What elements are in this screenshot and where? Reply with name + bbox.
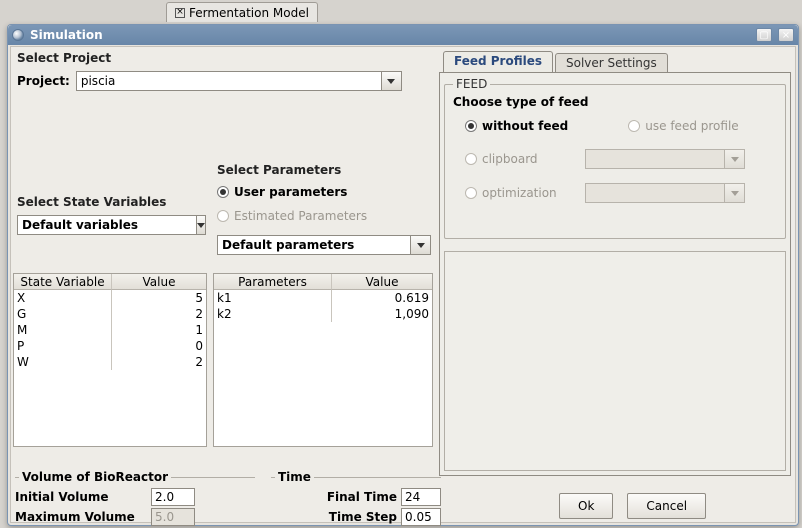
final-time-input[interactable] bbox=[401, 488, 441, 506]
radio-icon bbox=[465, 153, 477, 165]
cell-name: X bbox=[14, 290, 112, 306]
without-feed-label: without feed bbox=[482, 119, 568, 133]
feed-legend: FEED bbox=[453, 77, 490, 91]
maximize-icon[interactable]: ▢ bbox=[756, 28, 772, 42]
radio-icon bbox=[217, 210, 229, 222]
select-params-label: Select Parameters bbox=[217, 163, 341, 177]
cell-value: 0.619 bbox=[332, 290, 432, 306]
params-th-name: Parameters bbox=[214, 274, 332, 290]
table-row[interactable]: k21,090 bbox=[214, 306, 432, 322]
state-vars-value[interactable] bbox=[17, 215, 197, 235]
cell-name: k1 bbox=[214, 290, 332, 306]
select-state-vars-label: Select State Variables bbox=[17, 195, 166, 209]
table-row[interactable]: M1 bbox=[14, 322, 206, 338]
cell-value: 2 bbox=[112, 306, 206, 322]
time-legend: Time bbox=[275, 470, 314, 484]
radio-optimization: optimization bbox=[465, 186, 575, 200]
cell-name: G bbox=[14, 306, 112, 322]
radio-user-params[interactable]: User parameters bbox=[217, 185, 347, 199]
chevron-down-icon bbox=[725, 183, 745, 203]
chevron-down-icon[interactable] bbox=[411, 235, 431, 255]
dialog-buttons: Ok Cancel bbox=[559, 493, 706, 519]
chevron-down-icon[interactable] bbox=[197, 215, 206, 235]
chevron-down-icon[interactable] bbox=[382, 71, 402, 91]
titlebar[interactable]: Simulation ▢ × bbox=[8, 25, 798, 45]
optimization-combo bbox=[585, 183, 745, 203]
radio-clipboard: clipboard bbox=[465, 152, 575, 166]
tab-feed-profiles[interactable]: Feed Profiles bbox=[443, 51, 553, 73]
cancel-button[interactable]: Cancel bbox=[627, 493, 706, 519]
table-row[interactable]: W2 bbox=[14, 354, 206, 370]
clipboard-combo bbox=[585, 149, 745, 169]
feed-fieldset: FEED Choose type of feed without feed us… bbox=[444, 77, 786, 239]
max-vol-input bbox=[151, 508, 195, 526]
project-combo[interactable] bbox=[76, 71, 402, 91]
app-icon bbox=[12, 29, 24, 41]
reactor-legend: Volume of BioReactor bbox=[19, 470, 171, 484]
select-project-label: Select Project bbox=[17, 51, 111, 65]
params-table[interactable]: Parameters Value k10.619k21,090 bbox=[213, 273, 433, 447]
table-row[interactable]: P0 bbox=[14, 338, 206, 354]
radio-use-profile: use feed profile bbox=[628, 119, 738, 133]
feed-preview-area bbox=[444, 251, 786, 471]
state-vars-section: Select State Variables bbox=[17, 195, 177, 235]
table-row[interactable]: G2 bbox=[14, 306, 206, 322]
bg-tab-label: Fermentation Model bbox=[189, 6, 309, 20]
state-th-name: State Variable bbox=[14, 274, 112, 290]
optimization-label: optimization bbox=[482, 186, 557, 200]
project-input[interactable] bbox=[76, 71, 382, 91]
radio-estimated-label: Estimated Parameters bbox=[234, 209, 367, 223]
cell-value: 0 bbox=[112, 338, 206, 354]
cell-value: 2 bbox=[112, 354, 206, 370]
use-profile-label: use feed profile bbox=[645, 119, 738, 133]
bg-tab-fermentation[interactable]: × Fermentation Model bbox=[166, 2, 318, 22]
radio-icon bbox=[465, 187, 477, 199]
state-th-value: Value bbox=[112, 274, 206, 290]
params-combo[interactable] bbox=[217, 235, 431, 255]
project-label: Project: bbox=[17, 74, 70, 88]
params-th-value: Value bbox=[332, 274, 432, 290]
initial-vol-input[interactable] bbox=[151, 488, 195, 506]
clipboard-label: clipboard bbox=[482, 152, 538, 166]
close-icon[interactable]: × bbox=[778, 28, 794, 42]
radio-user-label: User parameters bbox=[234, 185, 347, 199]
final-time-label: Final Time bbox=[327, 490, 397, 504]
project-section: Select Project Project: bbox=[17, 51, 402, 91]
radio-icon bbox=[628, 120, 640, 132]
chevron-down-icon bbox=[725, 149, 745, 169]
choose-feed-label: Choose type of feed bbox=[453, 95, 777, 109]
initial-vol-label: Initial Volume bbox=[15, 490, 145, 504]
radio-icon bbox=[465, 120, 477, 132]
cell-name: P bbox=[14, 338, 112, 354]
table-row[interactable]: k10.619 bbox=[214, 290, 432, 306]
ok-button[interactable]: Ok bbox=[559, 493, 613, 519]
tab-solver-settings[interactable]: Solver Settings bbox=[555, 53, 668, 73]
max-vol-label: Maximum Volume bbox=[15, 510, 145, 524]
state-vars-table[interactable]: State Variable Value X5G2M1P0W2 bbox=[13, 273, 207, 447]
time-section: Time Final Time Time Step bbox=[271, 477, 441, 526]
radio-icon bbox=[217, 186, 229, 198]
cell-value: 1 bbox=[112, 322, 206, 338]
table-row[interactable]: X5 bbox=[14, 290, 206, 306]
dialog-title: Simulation bbox=[30, 28, 103, 42]
time-step-input[interactable] bbox=[401, 508, 441, 526]
cell-value: 1,090 bbox=[332, 306, 432, 322]
params-section: Select Parameters User parameters Estima… bbox=[217, 163, 431, 255]
simulation-dialog: Simulation ▢ × Select Project Project: S… bbox=[7, 24, 799, 526]
radio-estimated-params: Estimated Parameters bbox=[217, 209, 367, 223]
time-step-label: Time Step bbox=[329, 510, 397, 524]
cell-name: k2 bbox=[214, 306, 332, 322]
reactor-section: Volume of BioReactor Initial Volume Maxi… bbox=[15, 477, 255, 526]
cell-name: W bbox=[14, 354, 112, 370]
right-panel: Feed Profiles Solver Settings FEED Choos… bbox=[439, 51, 791, 477]
close-tab-icon[interactable]: × bbox=[175, 8, 185, 18]
radio-without-feed[interactable]: without feed bbox=[465, 119, 568, 133]
cell-name: M bbox=[14, 322, 112, 338]
state-vars-combo[interactable] bbox=[17, 215, 177, 235]
params-combo-value[interactable] bbox=[217, 235, 411, 255]
cell-value: 5 bbox=[112, 290, 206, 306]
